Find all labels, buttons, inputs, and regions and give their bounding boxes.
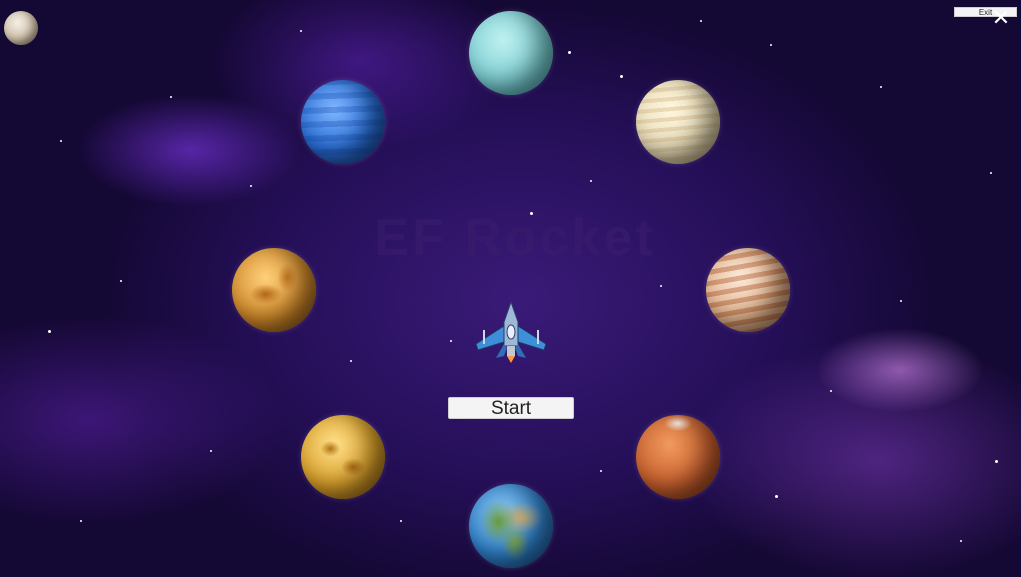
star	[660, 285, 662, 287]
star	[60, 140, 62, 142]
star	[990, 172, 992, 174]
earth-planet	[469, 484, 553, 568]
star	[700, 20, 702, 22]
star	[960, 540, 962, 542]
neptune-planet	[301, 80, 385, 164]
jupiter-planet	[706, 248, 790, 332]
star	[120, 280, 122, 282]
star	[995, 460, 998, 463]
star	[775, 495, 778, 498]
star	[250, 185, 252, 187]
star	[210, 450, 212, 452]
star	[900, 300, 902, 302]
star	[880, 86, 882, 88]
star	[568, 51, 571, 54]
game-title: EF Rocket	[374, 209, 656, 267]
star	[300, 30, 302, 32]
pluto-planet	[4, 11, 38, 45]
space-background: EF Rocket Start Exit ✕	[0, 0, 1021, 577]
star	[620, 75, 623, 78]
star	[830, 390, 832, 392]
star	[450, 340, 452, 342]
saturn-planet	[636, 80, 720, 164]
mars-planet	[636, 415, 720, 499]
rocket-ship-icon	[475, 300, 547, 363]
venus-planet	[232, 248, 316, 332]
star	[590, 180, 592, 182]
star	[770, 44, 772, 46]
star	[600, 470, 602, 472]
uranus-planet	[469, 11, 553, 95]
mercury-planet	[301, 415, 385, 499]
close-icon[interactable]: ✕	[989, 7, 1013, 31]
star	[48, 330, 51, 333]
star	[400, 520, 402, 522]
star	[170, 96, 172, 98]
star	[80, 520, 82, 522]
start-button[interactable]: Start	[448, 397, 574, 419]
star	[350, 360, 352, 362]
